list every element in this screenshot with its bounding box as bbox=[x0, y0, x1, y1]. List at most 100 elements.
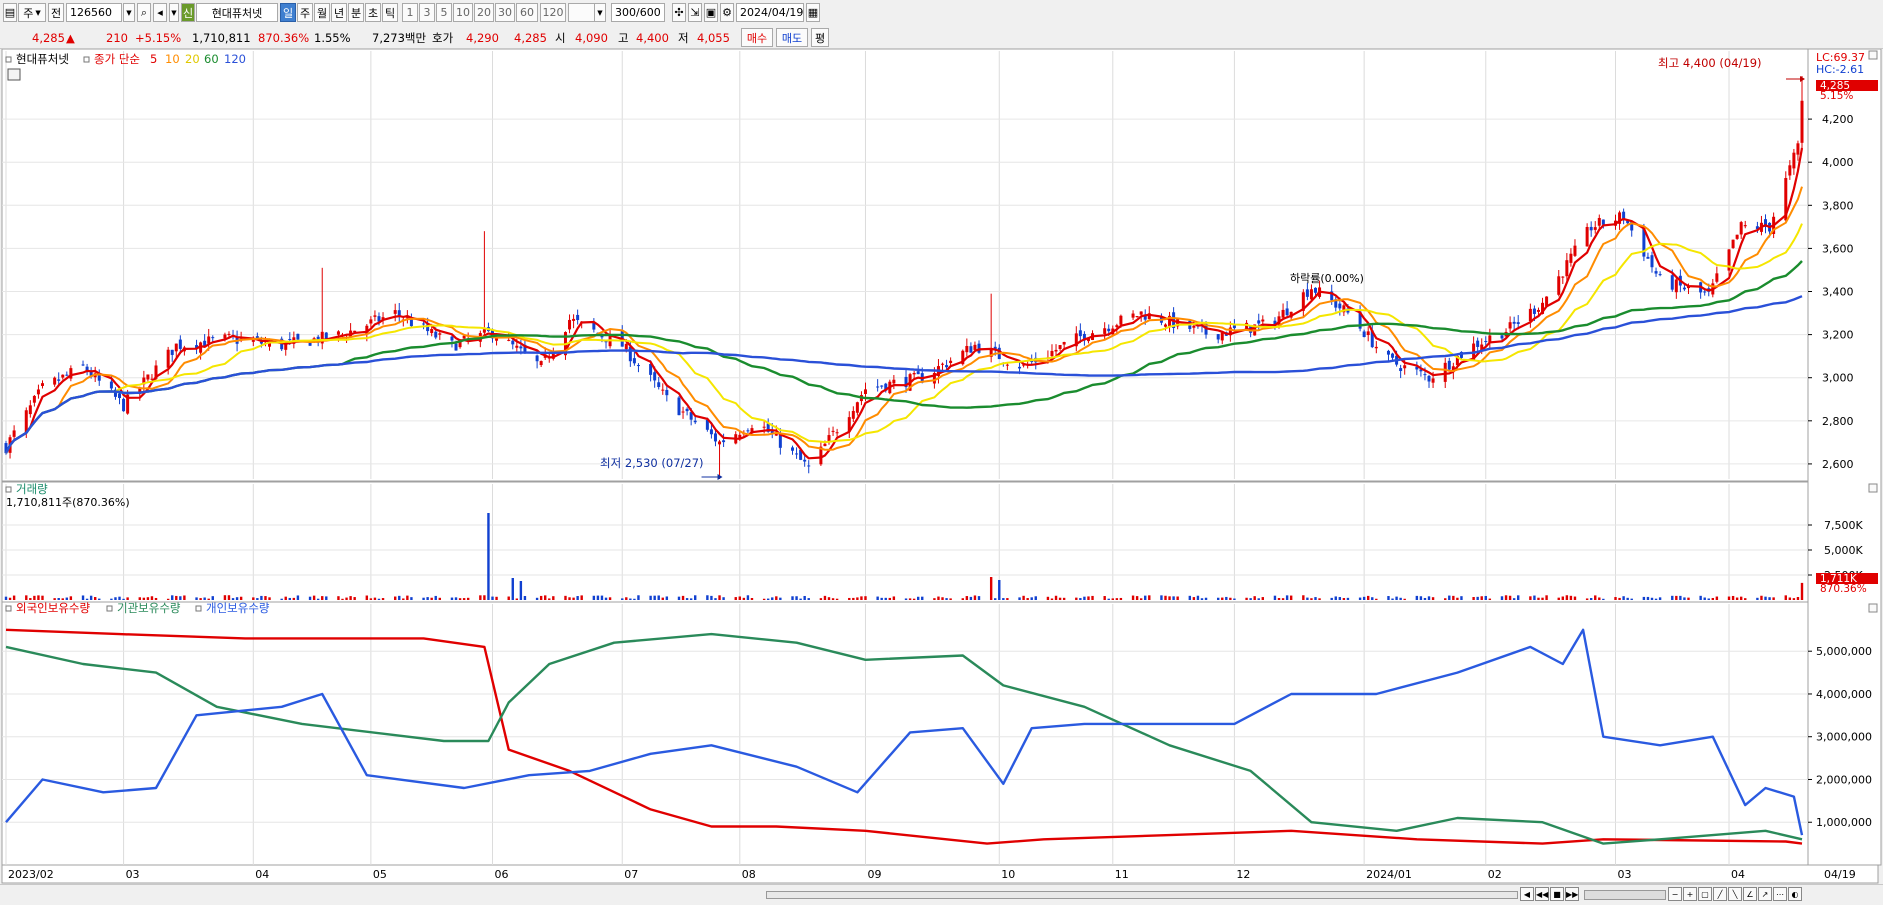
volume-bar bbox=[479, 595, 482, 600]
period-select[interactable]: 주 ▼ bbox=[18, 3, 46, 22]
tab-5[interactable]: 초 bbox=[365, 3, 381, 22]
layout-icon[interactable]: ▤ bbox=[3, 3, 17, 22]
candle-body bbox=[118, 393, 122, 399]
candle-body bbox=[632, 358, 636, 364]
candle-body bbox=[207, 336, 211, 344]
candle-body bbox=[1232, 325, 1236, 329]
code-dropdown-icon[interactable]: ▼ bbox=[123, 3, 135, 22]
interval-10[interactable]: 10 bbox=[453, 3, 473, 22]
volume-bar bbox=[1022, 595, 1025, 600]
x-tick-label: 08 bbox=[742, 868, 756, 881]
volume-bar bbox=[1054, 595, 1058, 600]
chart-scrollbar[interactable] bbox=[766, 891, 1518, 899]
draw-trend-icon[interactable]: ╲ bbox=[1728, 887, 1742, 901]
y-tick-label: 4,000 bbox=[1822, 156, 1854, 169]
volume-bar bbox=[1537, 597, 1540, 600]
eval-button[interactable]: 평 bbox=[811, 28, 829, 47]
scroll-left-icon[interactable]: ◀ bbox=[1520, 887, 1534, 901]
sell-button[interactable]: 매도 bbox=[776, 28, 808, 47]
volume-bar bbox=[1500, 596, 1504, 600]
sell-label: 매도 bbox=[781, 31, 803, 45]
zoom-slider[interactable] bbox=[1584, 890, 1666, 900]
tab-2[interactable]: 월 bbox=[314, 3, 330, 22]
zoom-out-icon[interactable]: − bbox=[1668, 887, 1682, 901]
tab-4[interactable]: 분 bbox=[348, 3, 364, 22]
code-value: 126560 bbox=[70, 6, 112, 19]
volume-bar bbox=[762, 598, 766, 600]
candle-body bbox=[174, 343, 178, 352]
volume-bar bbox=[1800, 582, 1804, 600]
panel-collapse-icon[interactable] bbox=[1868, 50, 1878, 60]
candle-body bbox=[1735, 234, 1739, 239]
volume-bar bbox=[37, 595, 40, 600]
draw-tool-icon[interactable]: ∠ bbox=[1743, 887, 1757, 901]
panel-collapse-icon[interactable] bbox=[1868, 483, 1878, 493]
candle-body bbox=[454, 343, 458, 351]
candle-body bbox=[1220, 332, 1224, 341]
last-icon[interactable]: ▶▶ bbox=[1565, 887, 1579, 901]
count-input[interactable]: 300/600 bbox=[611, 3, 665, 22]
crosshair-icon[interactable]: ✣ bbox=[672, 3, 686, 22]
shrink-icon[interactable]: ⇲ bbox=[688, 3, 702, 22]
buy-button[interactable]: 매수 bbox=[741, 28, 773, 47]
volume-bar bbox=[1103, 596, 1106, 600]
save-icon[interactable]: ▣ bbox=[704, 3, 718, 22]
first-icon[interactable]: ◀◀ bbox=[1535, 887, 1549, 901]
candle-body bbox=[945, 365, 949, 368]
candle-body bbox=[1476, 340, 1480, 347]
volume-bar bbox=[1517, 595, 1520, 600]
volume-bar bbox=[1533, 595, 1536, 600]
volume-bar bbox=[154, 597, 158, 600]
toggle-icon[interactable]: ◐ bbox=[1788, 887, 1802, 901]
volume-bar bbox=[1188, 595, 1192, 600]
panel-collapse-icon[interactable] bbox=[1868, 603, 1878, 613]
gear-icon[interactable]: ⚙ bbox=[720, 3, 734, 22]
x-tick-label: 07 bbox=[624, 868, 638, 881]
date-input[interactable]: 2024/04/19 bbox=[736, 3, 804, 22]
sound-icon[interactable]: ◂ bbox=[153, 3, 167, 22]
interval-5[interactable]: 5 bbox=[436, 3, 452, 22]
volume-bar bbox=[1204, 597, 1208, 600]
volume-bar bbox=[33, 595, 36, 600]
volume-bar bbox=[1131, 595, 1135, 600]
candle-body bbox=[1484, 341, 1488, 343]
candle-body bbox=[373, 315, 377, 317]
candle-body bbox=[1309, 289, 1313, 300]
volume-bar bbox=[85, 598, 89, 600]
tab-6[interactable]: 틱 bbox=[382, 3, 398, 22]
interval-20[interactable]: 20 bbox=[474, 3, 494, 22]
volume-bar bbox=[515, 598, 519, 600]
stop-icon[interactable]: ■ bbox=[1550, 887, 1564, 901]
volume-bar bbox=[1739, 596, 1743, 600]
interval-120[interactable]: 120 bbox=[540, 3, 566, 22]
chart-table-icon[interactable] bbox=[7, 68, 21, 81]
volume-bar bbox=[835, 598, 839, 600]
candle-body bbox=[1654, 271, 1658, 274]
candle-body bbox=[807, 465, 811, 467]
code-input[interactable]: 126560 bbox=[66, 3, 122, 22]
draw-more-icon[interactable]: ⋯ bbox=[1773, 887, 1787, 901]
tab-0[interactable]: 일 bbox=[280, 3, 296, 22]
interval-extra-chevron-icon[interactable]: ▼ bbox=[594, 3, 606, 22]
volume-bar bbox=[766, 598, 770, 600]
draw-line-icon[interactable]: ╱ bbox=[1713, 887, 1727, 901]
buy-label: 매수 bbox=[746, 31, 768, 45]
zoom-in-icon[interactable]: + bbox=[1683, 887, 1697, 901]
prev-stock-icon[interactable]: ▼ bbox=[169, 3, 179, 22]
calendar-icon[interactable]: ▦ bbox=[806, 3, 820, 22]
tab-3[interactable]: 년 bbox=[331, 3, 347, 22]
market-select[interactable]: 전 bbox=[48, 3, 64, 22]
interval-60[interactable]: 60 bbox=[516, 3, 538, 22]
volume-bar bbox=[1545, 595, 1548, 600]
interval-3[interactable]: 3 bbox=[419, 3, 435, 22]
view-toggle-icon[interactable]: ▢ bbox=[1698, 887, 1712, 901]
search-icon[interactable]: ⌕ bbox=[137, 3, 151, 22]
tab-1[interactable]: 주 bbox=[297, 3, 313, 22]
volume-bar bbox=[1703, 597, 1706, 600]
interval-1[interactable]: 1 bbox=[402, 3, 418, 22]
draw-arrow-icon[interactable]: ↗ bbox=[1758, 887, 1772, 901]
interval-30[interactable]: 30 bbox=[495, 3, 515, 22]
volume-bar bbox=[689, 598, 693, 600]
volume-bar bbox=[402, 598, 405, 600]
candle-body bbox=[657, 382, 661, 387]
